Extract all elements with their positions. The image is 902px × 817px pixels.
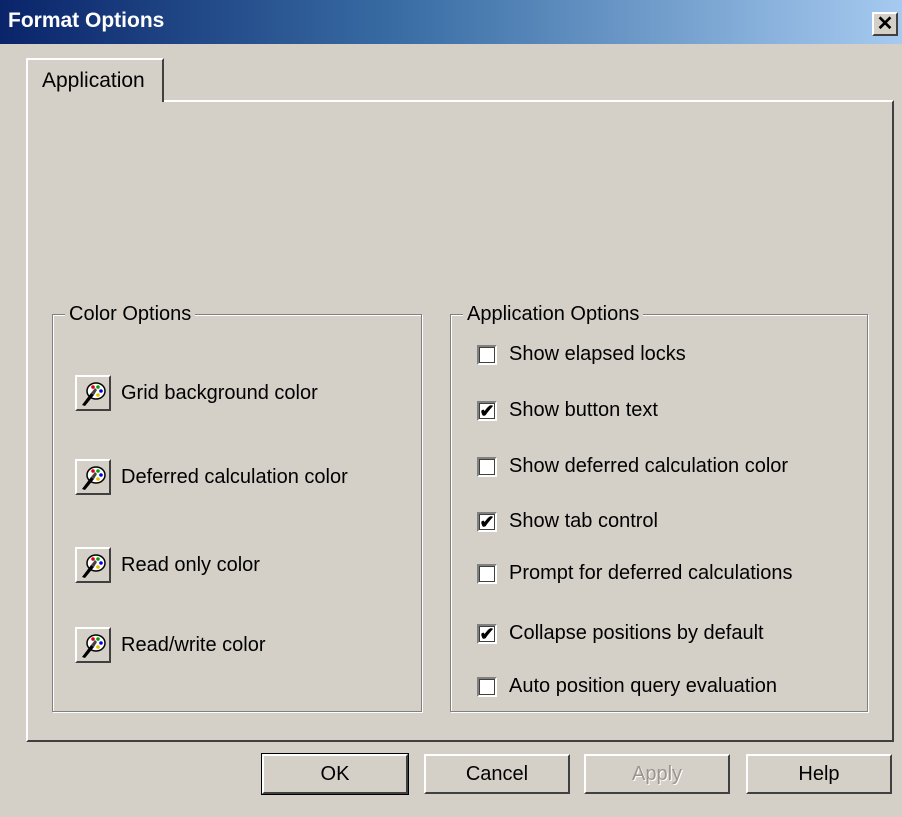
close-icon: ✕: [876, 13, 894, 35]
show-button-text-label: Show button text: [509, 399, 658, 421]
deferred-calculation-color-row: Deferred calculation color: [75, 459, 348, 495]
palette-icon: [82, 382, 106, 406]
application-options-group: Application Options Show elapsed locks ✔…: [450, 302, 868, 712]
read-only-color-label: Read only color: [121, 553, 260, 576]
auto-position-query-evaluation-checkbox[interactable]: [477, 676, 497, 697]
show-button-text-checkbox[interactable]: ✔: [477, 400, 497, 421]
deferred-calculation-color-button[interactable]: [75, 459, 111, 495]
show-deferred-calculation-color-option[interactable]: Show deferred calculation color: [477, 455, 788, 478]
collapse-positions-by-default-label: Collapse positions by default: [509, 622, 764, 644]
tab-label: Application: [42, 69, 145, 92]
read-write-color-label: Read/write color: [121, 633, 266, 656]
show-elapsed-locks-option[interactable]: Show elapsed locks: [477, 343, 686, 366]
apply-button: Apply: [584, 754, 730, 794]
show-button-text-option[interactable]: ✔ Show button text: [477, 399, 658, 422]
read-write-color-button[interactable]: [75, 627, 111, 663]
cancel-button[interactable]: Cancel: [424, 754, 570, 794]
ok-button-label: OK: [320, 762, 350, 785]
color-options-label: Color Options: [65, 302, 196, 326]
palette-icon: [82, 554, 106, 578]
deferred-calculation-color-label: Deferred calculation color: [121, 465, 348, 488]
cancel-button-label: Cancel: [465, 762, 529, 785]
prompt-for-deferred-calculations-option[interactable]: Prompt for deferred calculations: [477, 562, 792, 585]
read-only-color-row: Read only color: [75, 547, 260, 583]
tab-panel: Color Options Grid background color Defe…: [26, 100, 894, 742]
show-elapsed-locks-label: Show elapsed locks: [509, 343, 686, 365]
show-deferred-calculation-color-checkbox[interactable]: [477, 456, 497, 477]
palette-icon: [82, 466, 106, 490]
auto-position-query-evaluation-label: Auto position query evaluation: [509, 675, 777, 697]
show-tab-control-checkbox[interactable]: ✔: [477, 511, 497, 532]
collapse-positions-by-default-checkbox[interactable]: ✔: [477, 623, 497, 644]
application-options-label: Application Options: [463, 302, 644, 326]
prompt-for-deferred-calculations-label: Prompt for deferred calculations: [509, 562, 793, 584]
read-only-color-button[interactable]: [75, 547, 111, 583]
grid-background-color-label: Grid background color: [121, 381, 318, 404]
apply-button-label: Apply: [631, 762, 683, 785]
palette-icon: [82, 634, 106, 658]
ok-button[interactable]: OK: [261, 753, 409, 795]
prompt-for-deferred-calculations-checkbox[interactable]: [477, 563, 497, 584]
show-tab-control-option[interactable]: ✔ Show tab control: [477, 510, 658, 533]
help-button[interactable]: Help: [746, 754, 892, 794]
show-tab-control-label: Show tab control: [509, 510, 658, 532]
color-options-group: Color Options Grid background color Defe…: [52, 302, 422, 712]
auto-position-query-evaluation-option[interactable]: Auto position query evaluation: [477, 675, 777, 698]
collapse-positions-by-default-option[interactable]: ✔ Collapse positions by default: [477, 622, 764, 645]
grid-background-color-row: Grid background color: [75, 375, 318, 411]
tab-application[interactable]: Application: [26, 58, 164, 102]
close-button[interactable]: ✕: [872, 12, 898, 36]
show-deferred-calculation-color-label: Show deferred calculation color: [509, 455, 789, 477]
window-title: Format Options: [8, 9, 165, 32]
title-bar: Format Options ✕: [0, 0, 902, 44]
help-button-label: Help: [798, 762, 840, 785]
read-write-color-row: Read/write color: [75, 627, 266, 663]
grid-background-color-button[interactable]: [75, 375, 111, 411]
show-elapsed-locks-checkbox[interactable]: [477, 344, 497, 365]
